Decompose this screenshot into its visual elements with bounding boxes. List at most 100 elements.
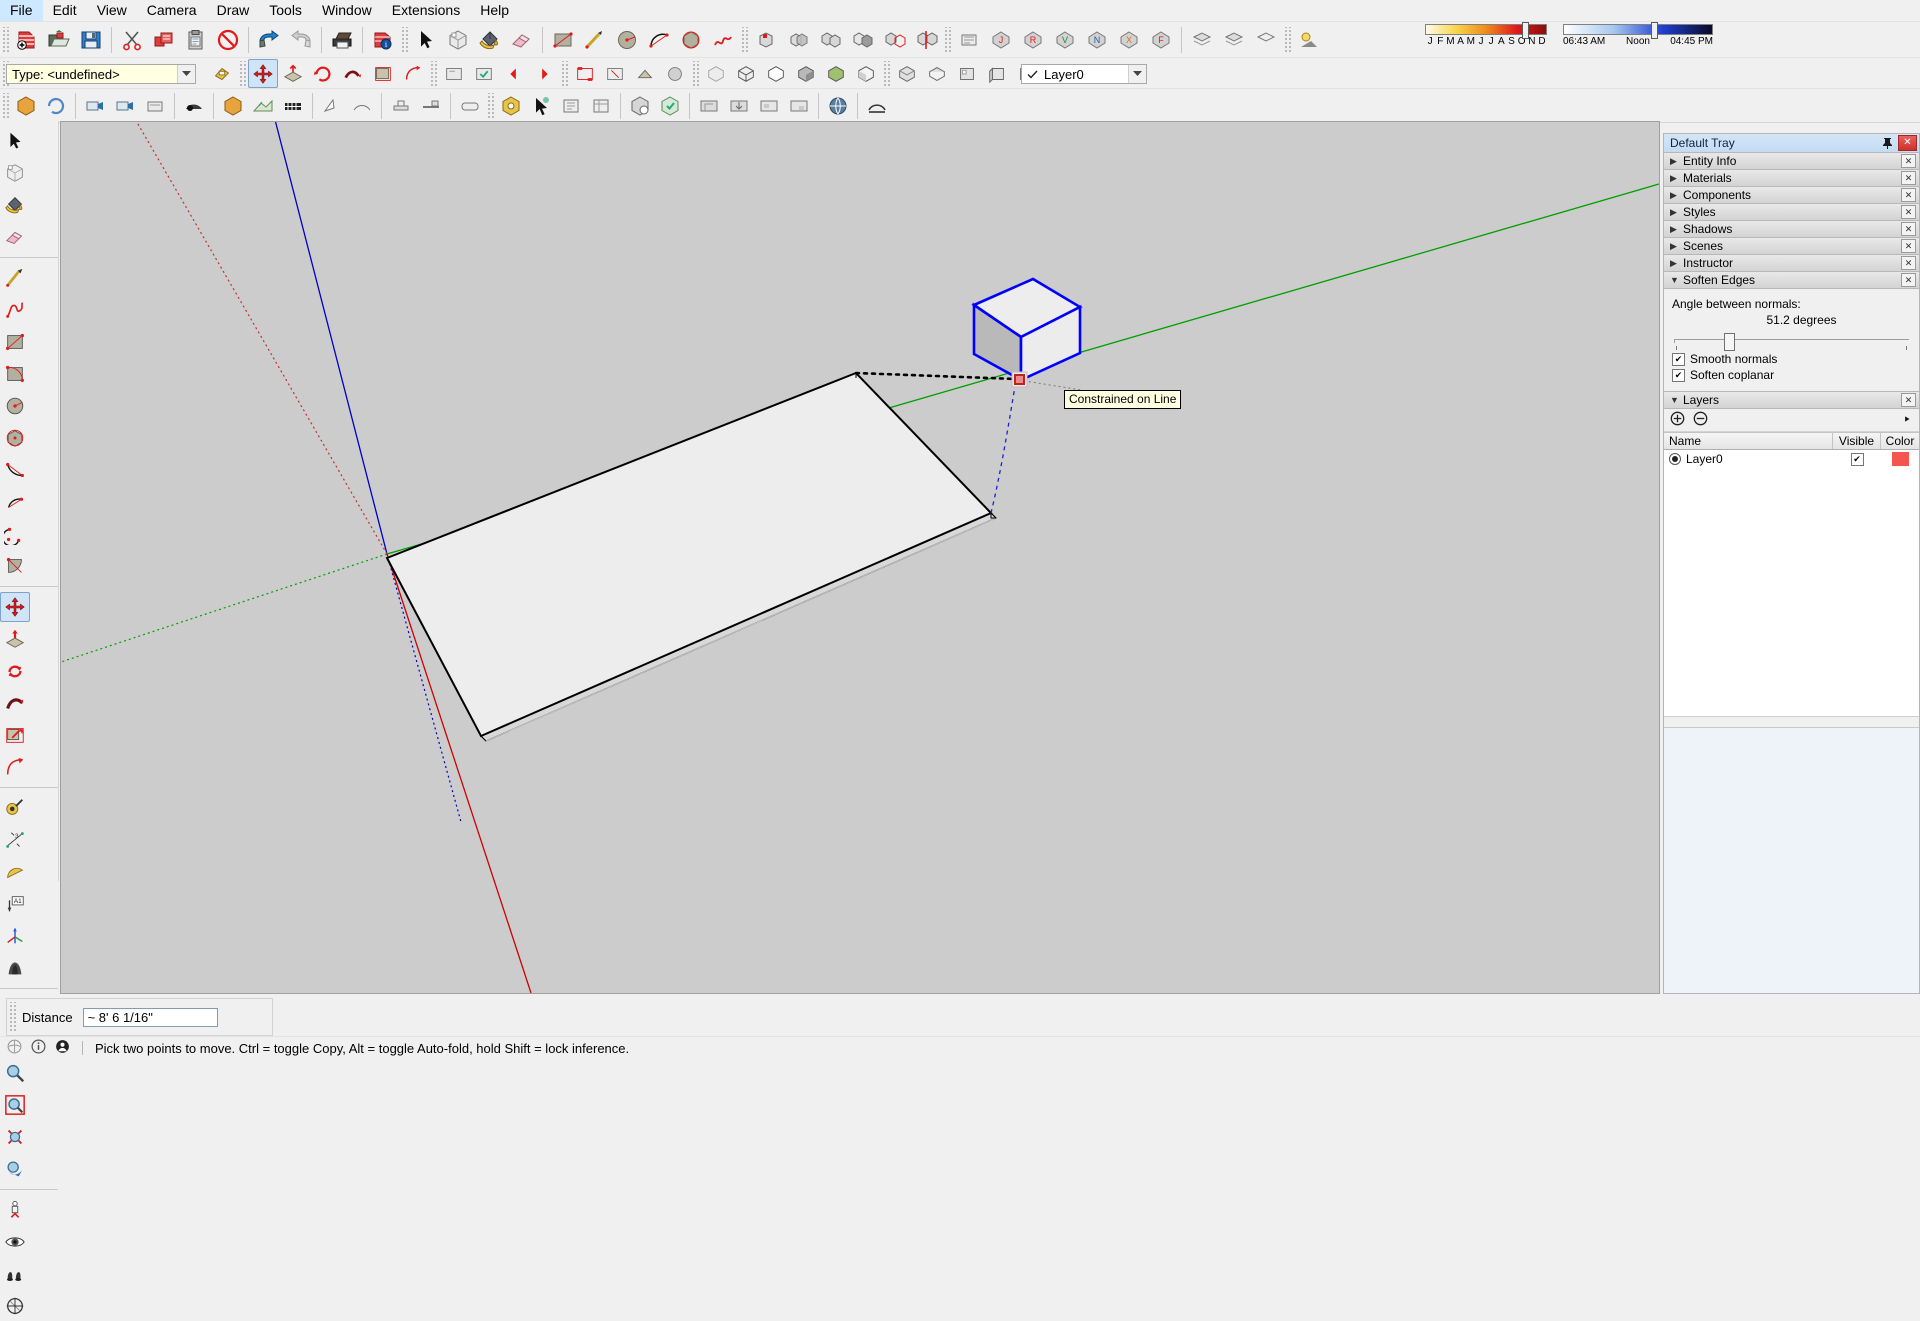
right-view-button[interactable] [982, 59, 1012, 88]
component-options-button[interactable] [556, 91, 586, 120]
toolbar-grip[interactable] [943, 27, 951, 53]
sandbox-stamp-button[interactable] [386, 91, 416, 120]
offset-button-top[interactable] [398, 59, 428, 88]
type-combo[interactable]: Type: <undefined> [6, 64, 196, 84]
warehouse-model-b-button[interactable] [784, 91, 814, 120]
cut-button[interactable] [116, 24, 148, 56]
arc-tool[interactable] [0, 455, 30, 485]
make-component-button[interactable] [442, 24, 474, 56]
front-view-button[interactable] [952, 59, 982, 88]
panel-close-icon[interactable]: ✕ [1901, 171, 1916, 185]
solid-inspector-button[interactable] [953, 24, 985, 56]
tray-panel-shadows[interactable]: ▶ Shadows ✕ [1664, 220, 1919, 238]
union-button[interactable] [814, 24, 846, 56]
iso-view-button[interactable] [892, 59, 922, 88]
section-plane-tool[interactable] [0, 1291, 30, 1321]
arc-tool-button[interactable] [643, 24, 675, 56]
warehouse-model-a-button[interactable] [754, 91, 784, 120]
layers-visibility-button[interactable] [1250, 24, 1282, 56]
component-attributes-button[interactable] [586, 91, 616, 120]
wireframe-style-button[interactable] [731, 59, 761, 88]
extension-warehouse-button[interactable] [823, 91, 853, 120]
camera-view-1-button[interactable] [80, 91, 110, 120]
toolbar-grip[interactable] [400, 27, 408, 53]
rectangle-tool-button[interactable] [547, 24, 579, 56]
paint-bucket-tool[interactable] [0, 190, 30, 220]
camera-view-3-button[interactable] [140, 91, 170, 120]
model-info-button[interactable]: i [367, 24, 399, 56]
tape-measure-tool[interactable] [0, 793, 30, 823]
select-tool-button[interactable] [410, 24, 442, 56]
toolbar-grip[interactable] [486, 92, 494, 119]
freehand-tool[interactable] [0, 295, 30, 325]
info-icon[interactable] [31, 1039, 46, 1057]
split-button[interactable] [910, 24, 942, 56]
remove-layer-button[interactable] [1693, 411, 1708, 429]
tray-panel-components[interactable]: ▶ Components ✕ [1664, 186, 1919, 204]
photo-match-button[interactable] [179, 91, 209, 120]
display-section-planes-button[interactable] [600, 59, 630, 88]
layer-color-swatch[interactable] [1891, 452, 1909, 466]
panel-close-icon[interactable]: ✕ [1901, 222, 1916, 236]
toolbar-grip[interactable] [882, 60, 890, 87]
paste-button[interactable] [180, 24, 212, 56]
smooth-normals-checkbox[interactable]: ✔ [1672, 352, 1685, 366]
month-slider-handle[interactable] [1522, 22, 1529, 39]
menu-camera[interactable]: Camera [137, 0, 207, 21]
sandbox-drape-button[interactable] [317, 91, 347, 120]
outer-shell-button[interactable] [750, 24, 782, 56]
text-tool[interactable]: A1 [0, 889, 30, 919]
solid-tool-f-button[interactable]: F [1145, 24, 1177, 56]
toolbar-grip[interactable] [1, 92, 9, 119]
toolbar-grip[interactable] [8, 1002, 16, 1032]
solid-tool-e-button[interactable]: X [1113, 24, 1145, 56]
zoom-tool[interactable] [0, 1058, 30, 1088]
soften-coplanar-row[interactable]: ✔ Soften coplanar [1672, 368, 1911, 382]
toolbar-grip[interactable] [1283, 27, 1291, 53]
move-tool[interactable] [0, 592, 30, 622]
warehouse-get-models-button[interactable] [694, 91, 724, 120]
layer-combo[interactable]: Layer0 [1021, 64, 1147, 84]
menu-tools[interactable]: Tools [259, 0, 312, 21]
top-view-button[interactable] [922, 59, 952, 88]
previous-view-tool[interactable] [0, 1154, 30, 1184]
update-scene-button[interactable] [469, 59, 499, 88]
paint-bucket-button[interactable] [474, 24, 506, 56]
layer-visible-checkbox[interactable]: ✔ [1850, 452, 1864, 466]
component-button-3[interactable] [218, 91, 248, 120]
menu-window[interactable]: Window [312, 0, 382, 21]
protractor-tool[interactable] [0, 857, 30, 887]
tray-scrollbar[interactable] [1664, 715, 1919, 727]
select-tool[interactable] [0, 126, 30, 156]
soften-angle-slider[interactable] [1674, 333, 1909, 351]
intersect-button[interactable] [782, 24, 814, 56]
circle-tool-button[interactable] [611, 24, 643, 56]
new-document-button[interactable] [11, 24, 43, 56]
toolbar-grip[interactable] [691, 60, 699, 87]
layers-add-button[interactable] [1218, 24, 1250, 56]
close-icon[interactable]: ✕ [1898, 135, 1917, 151]
rotate-tool[interactable] [0, 656, 30, 686]
tray-panel-materials[interactable]: ▶ Materials ✕ [1664, 169, 1919, 187]
panel-close-icon[interactable]: ✕ [1901, 205, 1916, 219]
scale-button-top[interactable] [368, 59, 398, 88]
menu-help[interactable]: Help [470, 0, 519, 21]
make-component-button-3[interactable] [11, 91, 41, 120]
solid-inspector-fix-button[interactable] [655, 91, 685, 120]
line-tool-button[interactable] [579, 24, 611, 56]
panel-close-icon[interactable]: ✕ [1901, 273, 1916, 287]
xray-style-button[interactable] [701, 59, 731, 88]
pin-icon[interactable] [1879, 136, 1895, 151]
display-section-cuts-button[interactable] [630, 59, 660, 88]
walk-tool[interactable] [0, 1259, 30, 1289]
circle-tool[interactable] [0, 391, 30, 421]
erase-button[interactable] [212, 24, 244, 56]
dynamic-components-button[interactable] [496, 91, 526, 120]
panel-close-icon[interactable]: ✕ [1901, 188, 1916, 202]
solid-inspector-button-3[interactable] [625, 91, 655, 120]
copy-button[interactable] [148, 24, 180, 56]
polygon-tool-button[interactable] [675, 24, 707, 56]
freehand-tool-button[interactable] [707, 24, 739, 56]
measurements-input[interactable] [82, 1007, 218, 1027]
save-document-button[interactable] [75, 24, 107, 56]
